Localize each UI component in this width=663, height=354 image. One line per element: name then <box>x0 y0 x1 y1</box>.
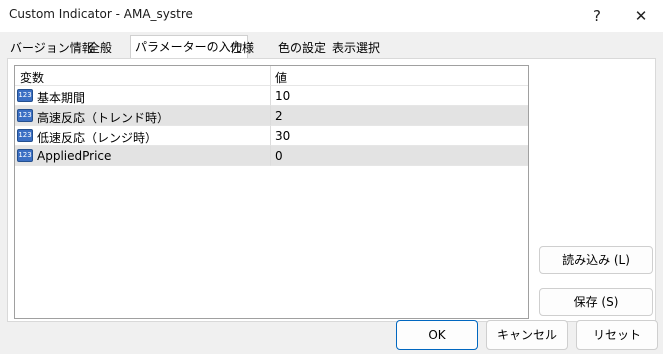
numeric-123-icon: 123 <box>17 129 33 142</box>
grid-header-row: 変数 値 <box>15 66 528 86</box>
tab-general[interactable]: 全般 <box>88 38 112 59</box>
parameter-name: 高速反応（トレンド時） <box>37 111 170 125</box>
title-bar: Custom Indicator - AMA_systre ? ✕ <box>0 0 663 32</box>
parameter-value[interactable]: 2 <box>275 109 283 123</box>
ok-button[interactable]: OK <box>396 320 478 350</box>
numeric-123-icon: 123 <box>17 109 33 122</box>
parameter-name: 低速反応（レンジ時） <box>37 131 158 145</box>
help-button[interactable]: ? <box>576 0 618 32</box>
parameter-name: AppliedPrice <box>37 149 112 163</box>
parameter-name: 基本期間 <box>37 91 86 105</box>
tab-version-info[interactable]: バージョン情報 <box>10 38 94 59</box>
reset-button[interactable]: リセット <box>576 320 658 350</box>
column-header-value: 値 <box>275 71 288 85</box>
tab-visualization[interactable]: 表示選択 <box>332 38 380 59</box>
parameter-value[interactable]: 0 <box>275 149 283 163</box>
parameter-value[interactable]: 30 <box>275 129 290 143</box>
parameter-value[interactable]: 10 <box>275 89 290 103</box>
tab-colors[interactable]: 色の設定 <box>278 38 326 59</box>
table-row[interactable]: 123 低速反応（レンジ時） 30 <box>15 126 528 146</box>
load-button[interactable]: 読み込み (L) <box>539 246 653 274</box>
parameters-grid: 変数 値 123 基本期間 10 123 高速反応（トレンド時） 2 123 低… <box>14 65 529 319</box>
cancel-button[interactable]: キャンセル <box>486 320 568 350</box>
window-title: Custom Indicator - AMA_systre <box>9 7 193 21</box>
numeric-123-icon: 123 <box>17 149 33 162</box>
save-button[interactable]: 保存 (S) <box>539 288 653 316</box>
table-row[interactable]: 123 基本期間 10 <box>15 86 528 106</box>
table-row[interactable]: 123 高速反応（トレンド時） 2 <box>15 106 528 126</box>
column-header-variable: 変数 <box>20 71 45 85</box>
table-row[interactable]: 123 AppliedPrice 0 <box>15 146 528 166</box>
tab-specification[interactable]: 仕様 <box>230 38 254 59</box>
numeric-123-icon: 123 <box>17 89 33 102</box>
close-button[interactable]: ✕ <box>620 0 662 32</box>
